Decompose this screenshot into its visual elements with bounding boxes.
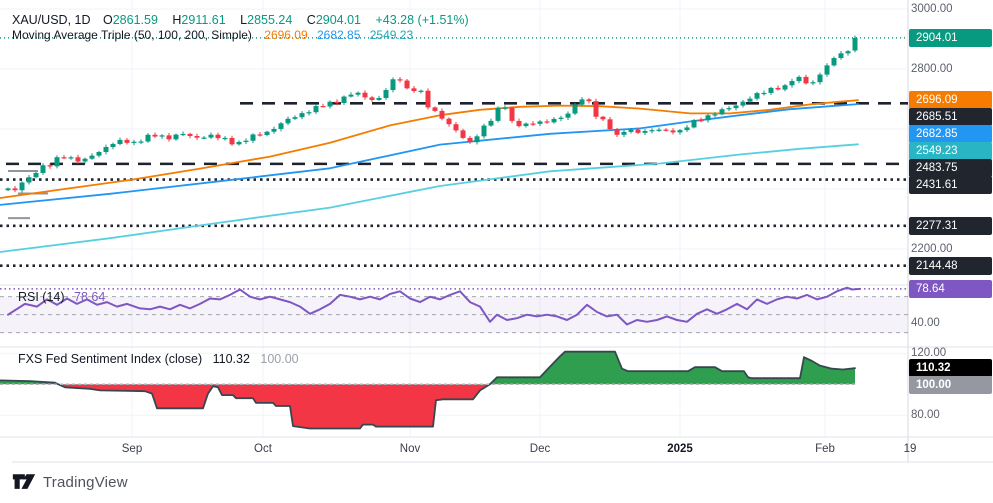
sentiment-title: FXS Fed Sentiment Index (close) <box>18 352 202 366</box>
price-axis-label: 80.00 <box>911 407 989 424</box>
ohlc-low-value: 2855.24 <box>247 13 292 27</box>
price-axis-badge: 2685.51 <box>909 108 992 126</box>
price-axis-badge: 2904.01 <box>909 29 992 47</box>
price-axis-label: 40.00 <box>911 315 989 332</box>
symbol-legend[interactable]: XAU/USD, 1D O2861.59 H2911.61 L2855.24 C… <box>12 13 469 27</box>
price-axis-badge: 2277.31 <box>909 217 992 235</box>
price-axis-badge: 2483.75 <box>909 159 992 177</box>
tradingview-chart-window: XAU/USD, 1D O2861.59 H2911.61 L2855.24 C… <box>0 0 993 503</box>
sentiment-indicator-legend[interactable]: FXS Fed Sentiment Index (close) 110.32 1… <box>18 352 299 366</box>
change-value: +43.28 (+1.51%) <box>376 13 469 27</box>
ohlc-close-value: 2904.01 <box>316 13 361 27</box>
time-axis-label: Sep <box>102 443 162 455</box>
price-axis-badge: 2696.09 <box>909 91 992 109</box>
price-axis-badge: 2431.61 <box>909 176 992 194</box>
time-axis-label: Nov <box>380 443 440 455</box>
price-axis-badge: 110.32 <box>909 359 992 377</box>
price-axis-badge: 2682.85 <box>909 125 992 143</box>
rsi-indicator-legend[interactable]: RSI (14) 78.64 <box>18 290 105 304</box>
price-axis-badge: 100.00 <box>909 376 992 394</box>
ma100-value: 2682.85 <box>317 28 360 42</box>
ohlc-open-label: O <box>103 13 113 27</box>
tradingview-logo-icon <box>12 472 36 492</box>
price-axis-label: 3000.00 <box>911 1 989 18</box>
symbol-title: XAU/USD, 1D <box>12 13 91 27</box>
time-axis-label: 2025 <box>650 443 710 455</box>
price-axis-badge: 78.64 <box>909 280 992 298</box>
tradingview-logo-text: TradingView <box>43 474 128 491</box>
time-axis-label: Feb <box>795 443 855 455</box>
ma50-value: 2696.09 <box>264 28 307 42</box>
ma-indicator-legend[interactable]: Moving Average Triple (50, 100, 200, Sim… <box>12 28 415 42</box>
price-axis-label: 2200.00 <box>911 241 989 258</box>
rsi-title: RSI (14) <box>18 290 65 304</box>
ma200-value: 2549.23 <box>370 28 413 42</box>
time-axis-label: Oct <box>233 443 293 455</box>
price-axis-badge: 2144.48 <box>909 257 992 275</box>
price-chart-canvas[interactable] <box>0 0 993 503</box>
price-axis-label: 2800.00 <box>911 61 989 78</box>
time-axis-label: Dec <box>510 443 570 455</box>
ohlc-high-value: 2911.61 <box>181 13 225 27</box>
sentiment-value: 110.32 <box>213 352 250 366</box>
ohlc-close-label: C <box>307 13 316 27</box>
rsi-value: 78.64 <box>74 290 105 304</box>
price-axis-badge: 2549.23 <box>909 142 992 160</box>
sentiment-baseline-value: 100.00 <box>260 352 298 366</box>
ohlc-open-value: 2861.59 <box>113 13 158 27</box>
time-axis-label: 19 <box>880 443 940 455</box>
tradingview-logo[interactable]: TradingView <box>12 472 128 492</box>
ma-indicator-title: Moving Average Triple (50, 100, 200, Sim… <box>12 28 252 42</box>
